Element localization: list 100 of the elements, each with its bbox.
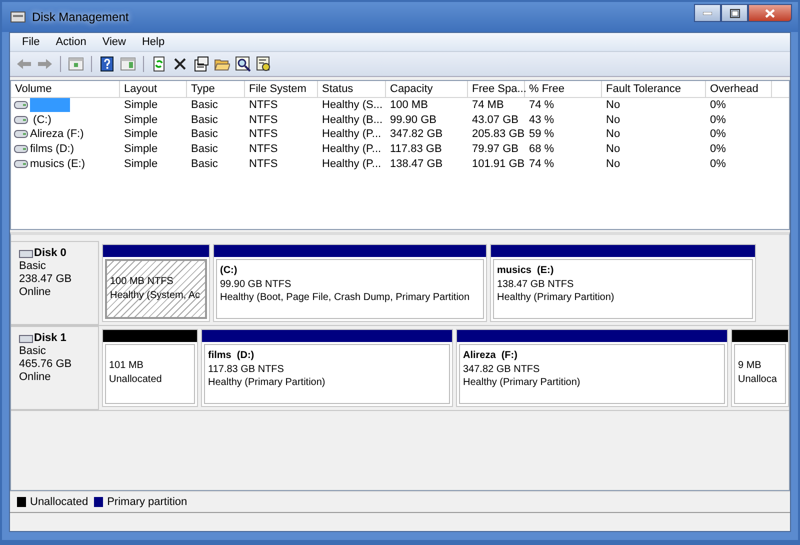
drive-icon <box>14 130 28 138</box>
disk-type: Basic <box>19 260 47 273</box>
partition-block[interactable]: 100 MB NTFS Healthy (System, Ac <box>102 244 210 322</box>
column-header[interactable]: % Free <box>525 81 602 97</box>
table-cell-text: No <box>605 127 622 142</box>
table-cell-text: 101.91 GB <box>471 156 525 171</box>
table-cell-text: 68 % <box>528 142 556 156</box>
table-cell-text: No <box>605 98 622 112</box>
table-cell-text: Simple <box>123 156 159 171</box>
table-cell-text: 0% <box>709 112 727 127</box>
maximize-button[interactable] <box>721 4 748 22</box>
table-cell-text: 79.97 GB <box>471 142 520 156</box>
menu-item[interactable]: Help <box>134 36 173 48</box>
table-cell-text: Simple <box>123 127 159 142</box>
properties-icon[interactable] <box>193 56 209 72</box>
column-header[interactable]: Overhead <box>706 81 772 97</box>
minimize-icon <box>703 12 712 14</box>
partition-block[interactable]: 9 MB Unalloca <box>731 329 789 407</box>
help-icon[interactable] <box>99 56 115 72</box>
partition-size: 347.82 GB NTFS <box>463 362 540 376</box>
table-cell-text: 99.90 GB <box>389 112 438 127</box>
table-cell-text: Basic <box>190 98 219 112</box>
disk-state: Online <box>19 286 52 299</box>
partition-block[interactable]: musics (E:) 138.47 GB NTFS Healthy (Primary Partition) <box>490 244 756 322</box>
partition-block[interactable]: Alireza (F:) 347.82 GB NTFS Healthy (Primary Partition) <box>456 329 728 407</box>
table-cell-text: 43 % <box>528 112 556 127</box>
table-cell-text: Basic <box>190 156 219 171</box>
table-cell: Alireza (F:) <box>30 127 84 142</box>
table-cell-text: 138.47 GB <box>389 156 444 171</box>
settings-icon[interactable] <box>256 56 272 72</box>
table-cell-text: 205.83 GB <box>471 127 525 142</box>
partition-status: Healthy (Boot, Page File, Crash Dump, Primary Partition <box>220 291 470 304</box>
disk-name: Disk 1 <box>34 332 66 345</box>
partition-status: Healthy (System, Ac <box>110 288 200 302</box>
table-cell-text: NTFS <box>248 98 279 112</box>
partition-block[interactable]: films (D:) 117.83 GB NTFS Healthy (Primary Partition) <box>201 329 453 407</box>
partition-size: 101 MB <box>109 359 144 372</box>
minimize-button[interactable] <box>694 4 721 22</box>
table-cell-text: 0% <box>709 127 727 142</box>
window-title: Disk Management <box>32 10 130 24</box>
partition-size: 9 MB <box>738 359 762 372</box>
table-cell-text: Healthy (P... <box>321 156 382 171</box>
partition-block[interactable]: 101 MB Unallocated <box>102 329 198 407</box>
table-cell-text: Simple <box>123 112 159 127</box>
partition-status: Unallocated <box>109 372 162 386</box>
close-button[interactable] <box>748 4 792 22</box>
table-cell-text: Healthy (P... <box>321 142 382 156</box>
partition-name: films (D:) <box>208 349 254 362</box>
table-cell-text: No <box>605 112 622 127</box>
menu-item[interactable]: Action <box>48 36 94 48</box>
disk-label-panel[interactable]: Disk 0 Basic 238.47 GB Online <box>11 241 99 325</box>
table-cell-text: 43.07 GB <box>471 112 520 127</box>
partition-size: 99.90 GB NTFS <box>220 278 292 291</box>
table-cell-text: 117.83 GB <box>389 142 443 156</box>
refresh-icon[interactable] <box>151 56 167 72</box>
magnifier-icon[interactable] <box>235 56 251 72</box>
table-cell-text: 74 % <box>528 156 556 171</box>
table-cell-text: No <box>605 142 622 156</box>
table-cell-text: 0% <box>709 142 727 156</box>
table-cell-text: 0% <box>709 156 727 171</box>
column-header[interactable]: Layout <box>120 81 187 97</box>
table-cell-text: Simple <box>123 98 159 112</box>
legend-label: Primary partition <box>107 496 188 508</box>
disk-size: 238.47 GB <box>19 273 73 286</box>
panel-icon[interactable] <box>120 56 136 72</box>
table-cell: films (D:) <box>30 142 74 156</box>
disk-state: Online <box>19 371 52 384</box>
menu-item[interactable]: View <box>94 36 134 48</box>
column-header[interactable]: Fault Tolerance <box>602 81 706 97</box>
table-cell-text: Basic <box>190 127 219 142</box>
table-cell: musics (E:) <box>30 156 85 171</box>
partition-block[interactable]: (C:) 99.90 GB NTFS Healthy (Boot, Page File, Crash Dump, Primary Partition <box>213 244 487 322</box>
maximize-icon <box>730 8 740 18</box>
delete-icon[interactable] <box>172 56 188 72</box>
table-cell-text: Healthy (S... <box>321 98 384 112</box>
disk-size: 465.76 GB <box>19 358 73 371</box>
disk-type: Basic <box>19 345 47 358</box>
partition-size: 117.83 GB NTFS <box>208 362 284 376</box>
selected-volume-cell[interactable] <box>30 98 70 112</box>
menu-item[interactable]: File <box>14 36 48 48</box>
panel-icon[interactable] <box>68 56 84 72</box>
column-header[interactable]: Status <box>318 81 386 97</box>
drive-icon <box>14 145 28 154</box>
table-cell-text: No <box>605 156 622 171</box>
table-cell-text: (C:) <box>32 112 52 127</box>
table-cell-text: 347.82 GB <box>389 127 444 142</box>
partition-name: Alireza (F:) <box>463 349 518 362</box>
table-cell-text: Healthy (P... <box>321 127 382 142</box>
column-header[interactable]: Type <box>187 81 245 97</box>
column-header[interactable]: File System <box>245 81 318 97</box>
table-cell-text: NTFS <box>248 112 279 127</box>
column-header[interactable]: Capacity <box>386 81 468 97</box>
partition-size: 100 MB NTFS <box>110 275 174 288</box>
table-cell-text: NTFS <box>248 156 279 171</box>
table-cell-text: Healthy (B... <box>321 112 384 127</box>
column-header[interactable]: Free Spa... <box>468 81 525 97</box>
partition-status: Unalloca <box>738 372 777 386</box>
partition-name: musics (E:) <box>497 264 554 278</box>
column-header[interactable]: Volume <box>11 81 120 97</box>
disk-label-panel[interactable]: Disk 1 Basic 465.76 GB Online <box>11 326 99 410</box>
